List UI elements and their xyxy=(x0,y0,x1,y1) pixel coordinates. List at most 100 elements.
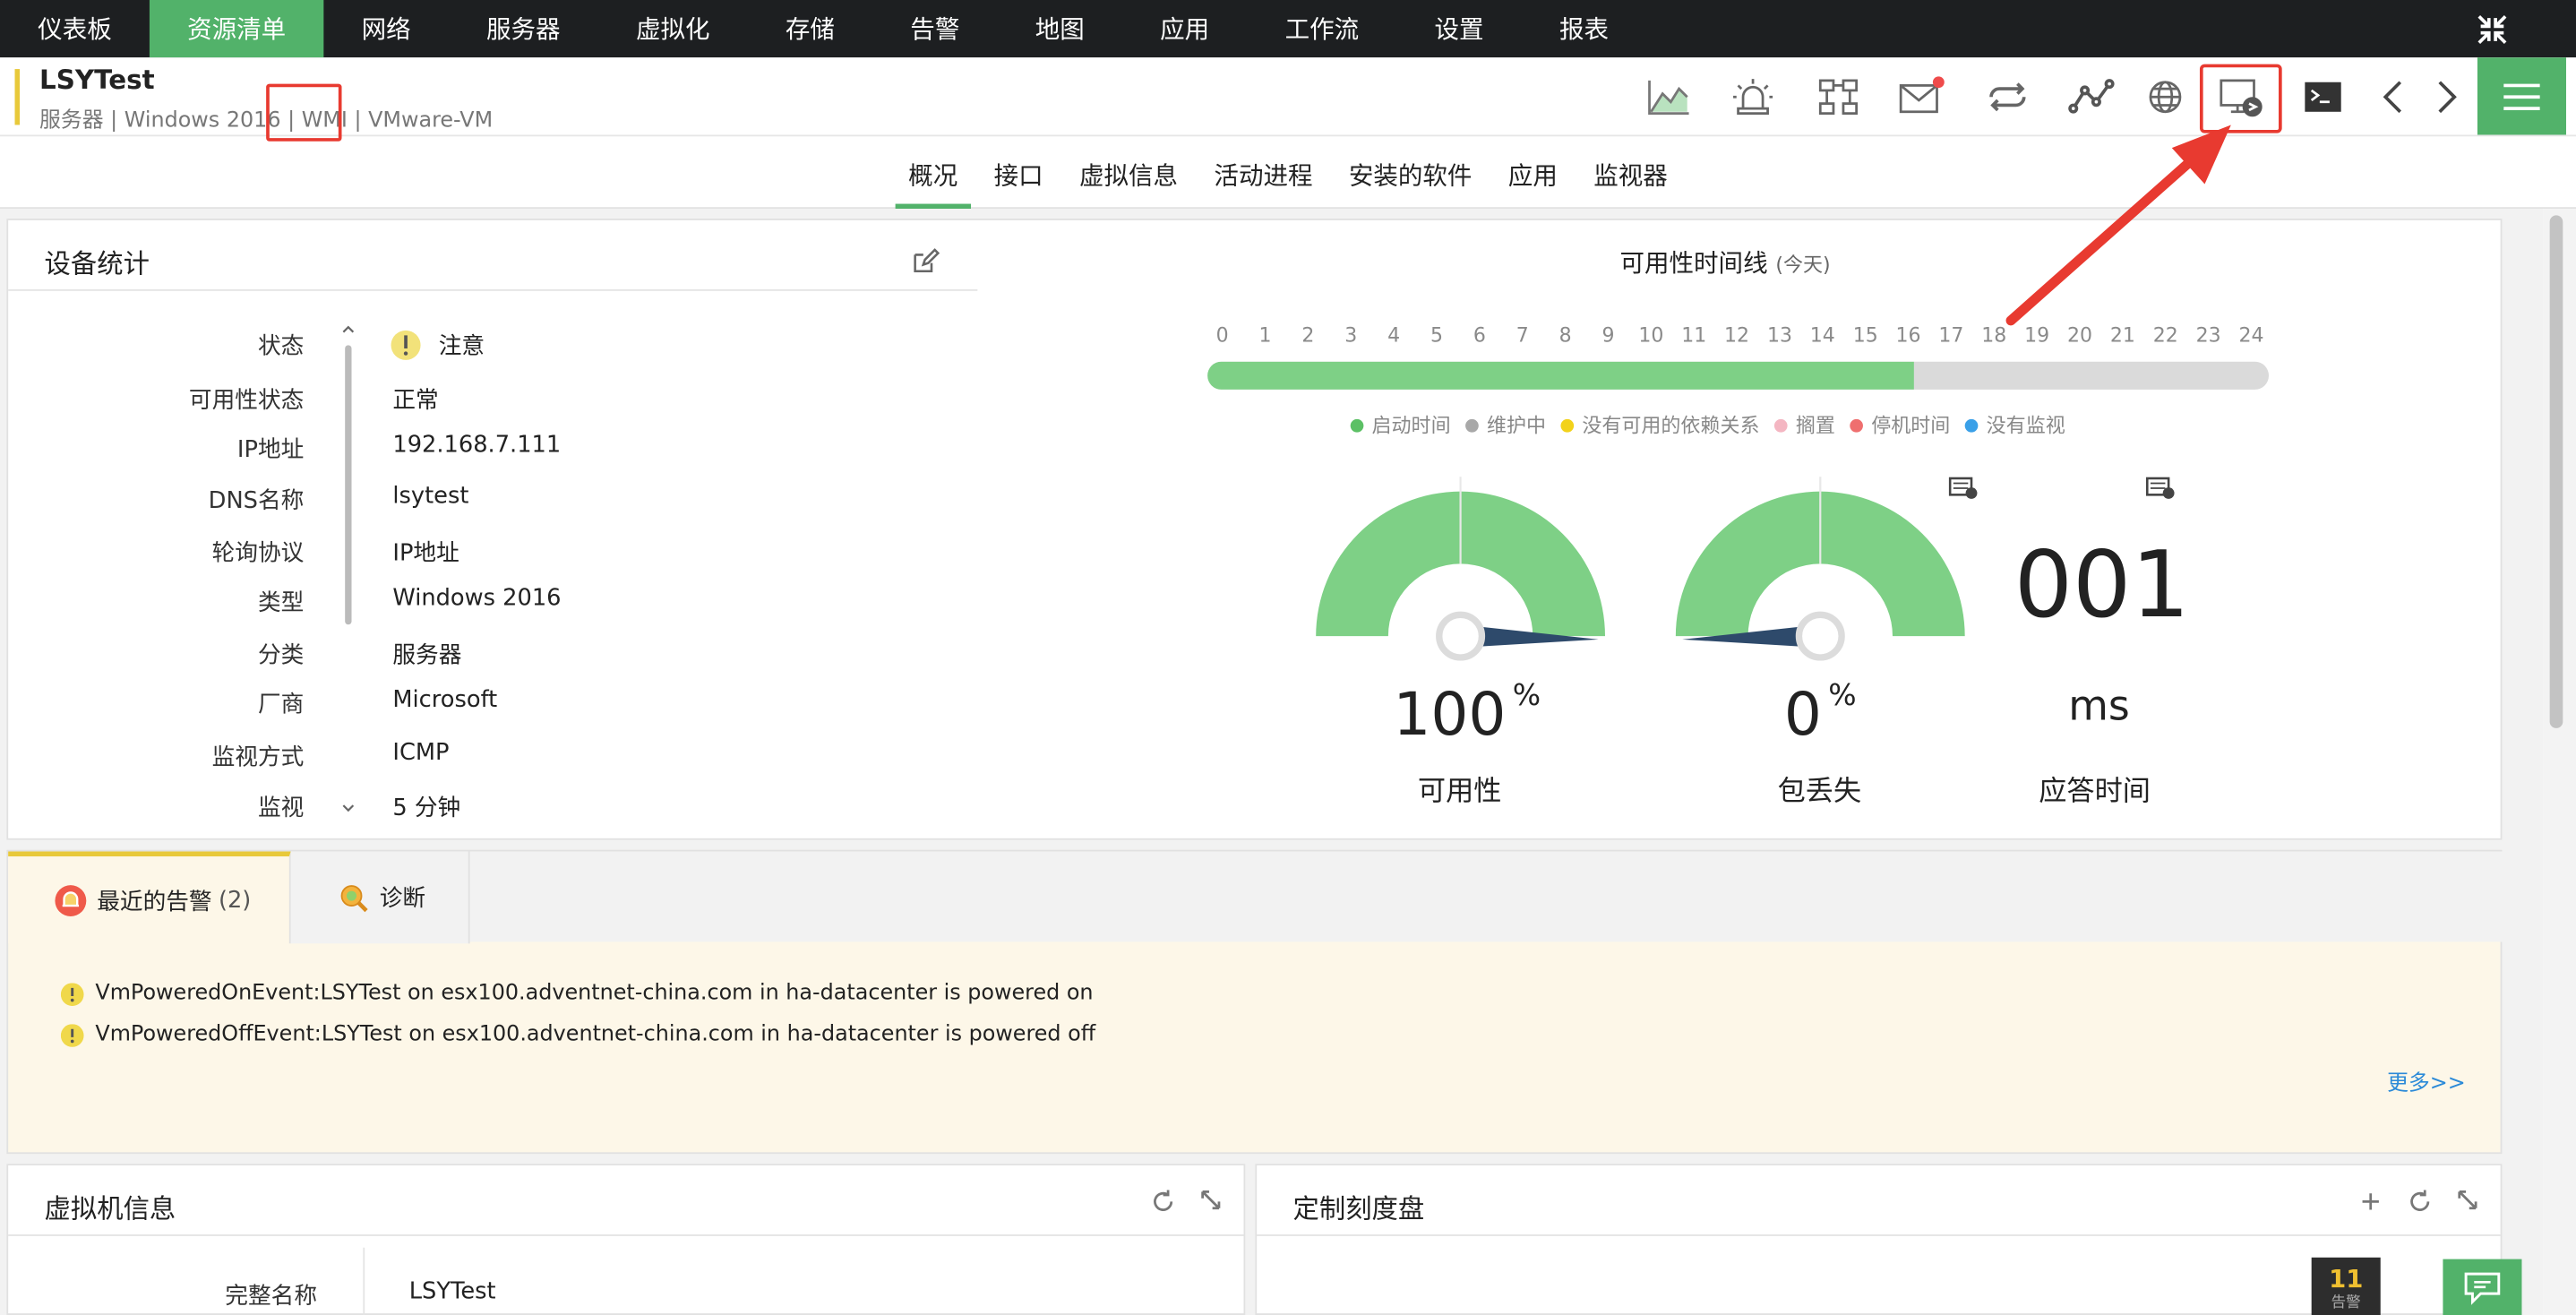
legend-item: 维护中 xyxy=(1465,411,1546,439)
tab-applications[interactable]: 应用 xyxy=(1495,136,1570,209)
alarm-siren-icon[interactable] xyxy=(1725,69,1781,125)
menu-button[interactable] xyxy=(2477,57,2566,135)
availability-timeline-bar[interactable] xyxy=(1207,361,2270,390)
vm-field-label: 完整名称 xyxy=(225,1284,317,1311)
refresh-icon[interactable] xyxy=(1150,1189,1176,1215)
performance-chart-icon[interactable] xyxy=(1641,69,1696,125)
stat-value: lsytest xyxy=(392,483,469,510)
stat-label: 监视方式 xyxy=(211,744,305,771)
timeline-hour-label: 1 xyxy=(1258,323,1272,348)
timeline-hour-label: 14 xyxy=(1809,323,1835,348)
timeline-hour-label: 8 xyxy=(1558,323,1572,348)
response-time-label: 应答时间 xyxy=(2039,776,2151,809)
page-scrollbar[interactable] xyxy=(2543,209,2576,1315)
top-nav: 仪表板 资源清单 网络 服务器 虚拟化 存储 告警 地图 应用 工作流 设置 报… xyxy=(0,0,2576,58)
vm-info-card: 虚拟机信息 完整名称 LSYTest xyxy=(6,1164,1246,1315)
timeline-legend: 启动时间 维护中 没有可用的依赖关系 搁置 停机时间 没有监视 xyxy=(1350,411,2065,439)
alert-item[interactable]: VmPoweredOnEvent:LSYTest on esx100.adven… xyxy=(60,981,1094,1006)
availability-value: 100% xyxy=(1393,678,1541,750)
availability-gauge xyxy=(1316,477,1605,661)
gauge-hub xyxy=(1795,611,1845,661)
tab-monitors[interactable]: 监视器 xyxy=(1581,136,1681,209)
stat-value-status: 注意 xyxy=(390,329,485,362)
nav-workflow[interactable]: 工作流 xyxy=(1247,0,1396,57)
status-accent xyxy=(14,69,21,125)
stats-scrollbar[interactable] xyxy=(342,322,356,816)
tab-interfaces[interactable]: 接口 xyxy=(981,136,1056,209)
nav-storage[interactable]: 存储 xyxy=(748,0,872,57)
nav-settings[interactable]: 设置 xyxy=(1396,0,1521,57)
chat-button[interactable] xyxy=(2443,1259,2522,1315)
expand-icon[interactable] xyxy=(2456,1189,2479,1212)
packet-loss-value: 0% xyxy=(1783,678,1857,750)
stat-value: Microsoft xyxy=(392,687,498,714)
timeline-hour-label: 11 xyxy=(1681,323,1707,348)
packet-loss-gauge xyxy=(1675,477,1965,661)
chat-icon xyxy=(2464,1272,2501,1305)
tab-diagnostics[interactable]: 诊断 xyxy=(290,851,470,944)
legend-item: 搁置 xyxy=(1774,411,1835,439)
uptime-fill xyxy=(1207,361,1914,390)
collapse-screen-icon[interactable] xyxy=(2474,12,2510,47)
nav-alarms[interactable]: 告警 xyxy=(872,0,997,57)
nav-virtualization[interactable]: 虚拟化 xyxy=(598,0,748,57)
tab-processes[interactable]: 活动进程 xyxy=(1201,136,1326,209)
stat-label: DNS名称 xyxy=(208,487,305,515)
legend-item: 没有监视 xyxy=(1964,411,2065,439)
add-icon[interactable] xyxy=(2357,1189,2383,1215)
terminal-icon[interactable] xyxy=(2295,69,2350,125)
nav-reports[interactable]: 报表 xyxy=(1522,0,1646,57)
configure-threshold-icon[interactable] xyxy=(1947,475,1980,501)
annotation-arrow xyxy=(2005,125,2231,326)
next-icon[interactable] xyxy=(2418,69,2474,125)
availability-label: 可用性 xyxy=(1417,776,1502,809)
alarm-count-badge[interactable]: 11 告警 xyxy=(2311,1257,2381,1315)
refresh-icon[interactable] xyxy=(2407,1189,2433,1215)
timeline-hour-label: 0 xyxy=(1215,323,1229,348)
tab-installed-software[interactable]: 安装的软件 xyxy=(1335,136,1485,209)
stat-value: 服务器 xyxy=(392,642,462,669)
expand-icon[interactable] xyxy=(1199,1189,1223,1212)
device-category: 服务器 xyxy=(39,108,104,133)
warning-icon xyxy=(60,982,84,1006)
stat-label: 监视 xyxy=(257,795,305,822)
stat-label: 分类 xyxy=(257,642,305,669)
nav-apps[interactable]: 应用 xyxy=(1122,0,1247,57)
scrollbar-thumb[interactable] xyxy=(2549,215,2563,728)
edit-icon[interactable] xyxy=(910,246,940,276)
warning-icon xyxy=(60,1023,84,1046)
nav-inventory[interactable]: 资源清单 xyxy=(149,0,324,58)
timeline-hour-label: 10 xyxy=(1638,323,1664,348)
timeline-hour-label: 12 xyxy=(1724,323,1750,348)
nav-servers[interactable]: 服务器 xyxy=(449,0,598,57)
stat-label: 轮询协议 xyxy=(211,540,305,568)
timeline-hour-label: 9 xyxy=(1601,323,1615,348)
response-time-unit: ms xyxy=(2068,682,2130,730)
nav-maps[interactable]: 地图 xyxy=(998,0,1122,57)
legend-item: 启动时间 xyxy=(1350,411,1451,439)
configure-threshold-icon[interactable] xyxy=(2144,475,2177,501)
stat-value: IP地址 xyxy=(392,540,459,568)
device-name: LSYTest xyxy=(39,64,155,96)
more-alerts-link[interactable]: 更多>> xyxy=(2387,1065,2466,1096)
stat-value: 192.168.7.111 xyxy=(392,432,562,459)
timeline-hour-label: 17 xyxy=(1938,323,1964,348)
packet-loss-label: 包丢失 xyxy=(1777,776,1862,809)
tab-recent-alerts[interactable]: 最近的告警 (2) xyxy=(8,851,291,944)
timeline-hour-label: 15 xyxy=(1852,323,1878,348)
topology-icon[interactable] xyxy=(1810,69,1866,125)
hamburger-icon xyxy=(2503,82,2540,110)
response-time-value: 001 xyxy=(2014,532,2190,640)
nav-dashboard[interactable]: 仪表板 xyxy=(0,0,150,57)
alarm-bell-icon xyxy=(55,884,87,916)
nav-network[interactable]: 网络 xyxy=(323,0,448,57)
mail-notification-icon[interactable] xyxy=(1893,69,1948,125)
timeline-hour-label: 7 xyxy=(1516,323,1529,348)
previous-icon[interactable] xyxy=(2366,69,2421,125)
alert-item[interactable]: VmPoweredOffEvent:LSYTest on esx100.adve… xyxy=(60,1022,1095,1047)
recent-alerts-card: 最近的告警 (2) 诊断 VmPoweredOnEvent:LSYTest on … xyxy=(6,849,2504,1155)
tab-overview[interactable]: 概况 xyxy=(895,136,971,210)
stat-label: 类型 xyxy=(257,589,305,617)
device-os: Windows 2016 xyxy=(124,108,281,133)
tab-virtual-info[interactable]: 虚拟信息 xyxy=(1066,136,1190,209)
